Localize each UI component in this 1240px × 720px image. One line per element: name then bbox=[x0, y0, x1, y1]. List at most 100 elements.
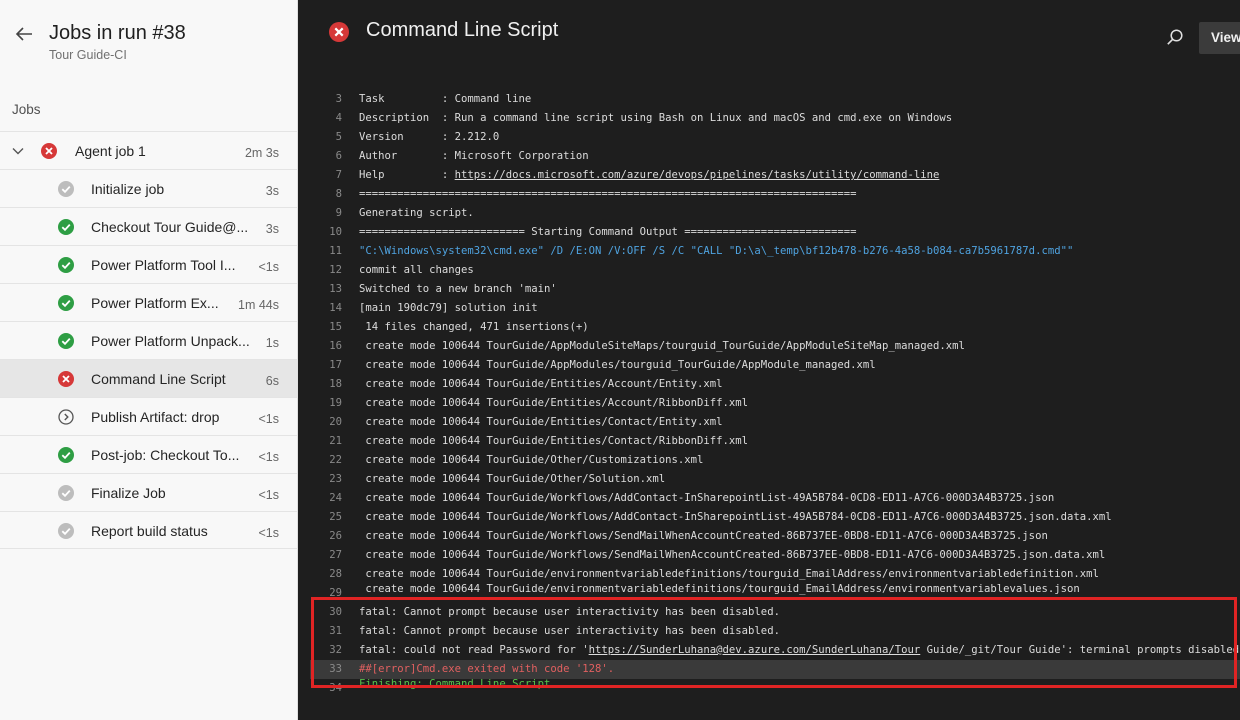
log-text: fatal: Cannot prompt because user intera… bbox=[359, 606, 780, 618]
log-text: Task : Command line bbox=[359, 93, 532, 105]
log-line-number: 14 bbox=[329, 302, 342, 314]
step-duration: <1s bbox=[258, 412, 279, 426]
log-line: 27 create mode 100644 TourGuide/Workflow… bbox=[310, 546, 1240, 565]
success-status-icon bbox=[58, 447, 74, 463]
log-line-text: create mode 100644 TourGuide/AppModules/… bbox=[359, 356, 875, 375]
step-duration: <1s bbox=[258, 450, 279, 464]
log-line-text: "C:\Windows\system32\cmd.exe" /D /E:ON /… bbox=[359, 242, 1073, 261]
log-line-text: [main 190dc79] solution init bbox=[359, 299, 538, 318]
log-line: 4 Description : Run a command line script… bbox=[310, 109, 1240, 128]
step-duration: <1s bbox=[258, 526, 279, 540]
agent-job-row[interactable]: Agent job 1 2m 3s bbox=[0, 131, 297, 169]
log-line-number: 32 bbox=[329, 644, 342, 656]
step-duration: 1m 44s bbox=[238, 298, 279, 312]
log-line-number: 26 bbox=[329, 530, 342, 542]
log-text: commit all changes bbox=[359, 264, 474, 276]
log-line: 34 Finishing: Command Line Script bbox=[310, 678, 1240, 698]
log-line-number: 5 bbox=[335, 131, 342, 143]
log-line-number: 29 bbox=[329, 587, 342, 599]
log-line-number: 23 bbox=[329, 473, 342, 485]
log-line-text: fatal: Cannot prompt because user intera… bbox=[359, 603, 780, 622]
log-link[interactable]: https://docs.microsoft.com/azure/devops/… bbox=[455, 169, 940, 181]
log-line-number: 6 bbox=[335, 150, 342, 162]
step-duration: 3s bbox=[265, 222, 279, 236]
log-line: 10 ========================== Starting Co… bbox=[310, 223, 1240, 242]
log-text: Generating script. bbox=[359, 207, 474, 219]
step-duration: 3s bbox=[265, 184, 279, 198]
log-line: 9 Generating script. bbox=[310, 204, 1240, 223]
log-line-number: 31 bbox=[329, 625, 342, 637]
log-text: fatal: could not read Password for ' bbox=[359, 644, 589, 656]
log-line-text: create mode 100644 TourGuide/Workflows/S… bbox=[359, 546, 1105, 565]
step-row-checkout[interactable]: Checkout Tour Guide@... 3s bbox=[0, 207, 297, 245]
log-text: ##[error]Cmd.exe exited with code '128'. bbox=[359, 663, 615, 675]
log-line-text: create mode 100644 TourGuide/Workflows/A… bbox=[359, 508, 1111, 527]
step-row-finalize-job[interactable]: Finalize Job <1s bbox=[0, 473, 297, 511]
step-row-initialize-job[interactable]: Initialize job 3s bbox=[0, 169, 297, 207]
log-line-number: 7 bbox=[335, 169, 342, 181]
log-line-text: create mode 100644 TourGuide/Entities/Ac… bbox=[359, 394, 748, 413]
step-label: Power Platform Unpack... bbox=[91, 333, 250, 349]
log-line-number: 13 bbox=[329, 283, 342, 295]
log-line-number: 11 bbox=[329, 245, 342, 257]
log-line-text: fatal: Cannot prompt because user intera… bbox=[359, 622, 780, 641]
step-row-report-build-status[interactable]: Report build status <1s bbox=[0, 511, 297, 549]
step-duration: 1s bbox=[265, 336, 279, 350]
log-line: 25 create mode 100644 TourGuide/Workflow… bbox=[310, 508, 1240, 527]
step-label: Report build status bbox=[91, 523, 208, 539]
log-line: 12 commit all changes bbox=[310, 261, 1240, 280]
log-line-text: commit all changes bbox=[359, 261, 474, 280]
log-text: create mode 100644 TourGuide/Entities/Ac… bbox=[359, 397, 749, 409]
run-title: Jobs in run #38 bbox=[49, 22, 186, 44]
log-text: Description : Run a command line script … bbox=[359, 112, 953, 124]
log-line: 26 create mode 100644 TourGuide/Workflow… bbox=[310, 527, 1240, 546]
skipped-status-icon bbox=[58, 485, 74, 501]
log-line-text: Task : Command line bbox=[359, 90, 531, 109]
log-line-text: fatal: could not read Password for 'http… bbox=[359, 641, 1239, 660]
not-run-status-icon bbox=[58, 409, 74, 425]
log-line-text: Author : Microsoft Corporation bbox=[359, 147, 589, 166]
view-raw-log-button[interactable]: View bbox=[1199, 22, 1240, 54]
log-link[interactable]: https://SunderLuhana@dev.azure.com/Sunde… bbox=[589, 644, 921, 656]
log-text: Version : 2.212.0 bbox=[359, 131, 500, 143]
log-line-number: 16 bbox=[329, 340, 342, 352]
log-text: create mode 100644 TourGuide/environment… bbox=[359, 568, 1099, 580]
log-line-text: Help : https://docs.microsoft.com/azure/… bbox=[359, 166, 939, 185]
log-line-text: create mode 100644 TourGuide/Entities/Ac… bbox=[359, 375, 723, 394]
log-line-number: 15 bbox=[329, 321, 342, 333]
log-text: create mode 100644 TourGuide/Workflows/S… bbox=[359, 530, 1048, 542]
log-line-number: 27 bbox=[329, 549, 342, 561]
step-label: Finalize Job bbox=[91, 485, 166, 501]
step-label: Publish Artifact: drop bbox=[91, 409, 220, 425]
log-line-number: 12 bbox=[329, 264, 342, 276]
step-row-command-line-script[interactable]: Command Line Script 6s bbox=[0, 359, 297, 397]
step-row-power-platform-tool-installer[interactable]: Power Platform Tool I... <1s bbox=[0, 245, 297, 283]
log-line-text: create mode 100644 TourGuide/Entities/Co… bbox=[359, 413, 722, 432]
log-line: 24 create mode 100644 TourGuide/Workflow… bbox=[310, 489, 1240, 508]
step-row-power-platform-unpack[interactable]: Power Platform Unpack... 1s bbox=[0, 321, 297, 359]
step-row-post-job-checkout[interactable]: Post-job: Checkout To... <1s bbox=[0, 435, 297, 473]
log-line-text: create mode 100644 TourGuide/Other/Solut… bbox=[359, 470, 665, 489]
agent-job-label: Agent job 1 bbox=[75, 143, 146, 159]
skipped-status-icon bbox=[58, 523, 74, 539]
log-text: create mode 100644 TourGuide/Other/Custo… bbox=[359, 454, 704, 466]
step-row-power-platform-export[interactable]: Power Platform Ex... 1m 44s bbox=[0, 283, 297, 321]
log-line-number: 25 bbox=[329, 511, 342, 523]
log-text: Author : Microsoft Corporation bbox=[359, 150, 589, 162]
log-line-number: 19 bbox=[329, 397, 342, 409]
chevron-down-icon[interactable] bbox=[12, 145, 24, 157]
back-arrow-icon[interactable] bbox=[14, 24, 34, 44]
log-text: Finishing: Command Line Script bbox=[359, 678, 551, 690]
log-line-text: create mode 100644 TourGuide/environment… bbox=[359, 580, 1079, 599]
step-row-publish-artifact[interactable]: Publish Artifact: drop <1s bbox=[0, 397, 297, 435]
search-icon[interactable] bbox=[1166, 28, 1184, 46]
success-status-icon bbox=[58, 219, 74, 235]
log-line: 32 fatal: could not read Password for 'ht… bbox=[310, 641, 1240, 660]
failed-status-icon bbox=[58, 371, 74, 387]
log-line-number: 17 bbox=[329, 359, 342, 371]
log-text: create mode 100644 TourGuide/Workflows/A… bbox=[359, 492, 1055, 504]
log-line-text: Description : Run a command line script … bbox=[359, 109, 952, 128]
log-text: create mode 100644 TourGuide/Entities/Ac… bbox=[359, 378, 723, 390]
log-text-tail: Guide/_git/Tour Guide': terminal prompts… bbox=[920, 644, 1240, 656]
log-line-text: Version : 2.212.0 bbox=[359, 128, 499, 147]
